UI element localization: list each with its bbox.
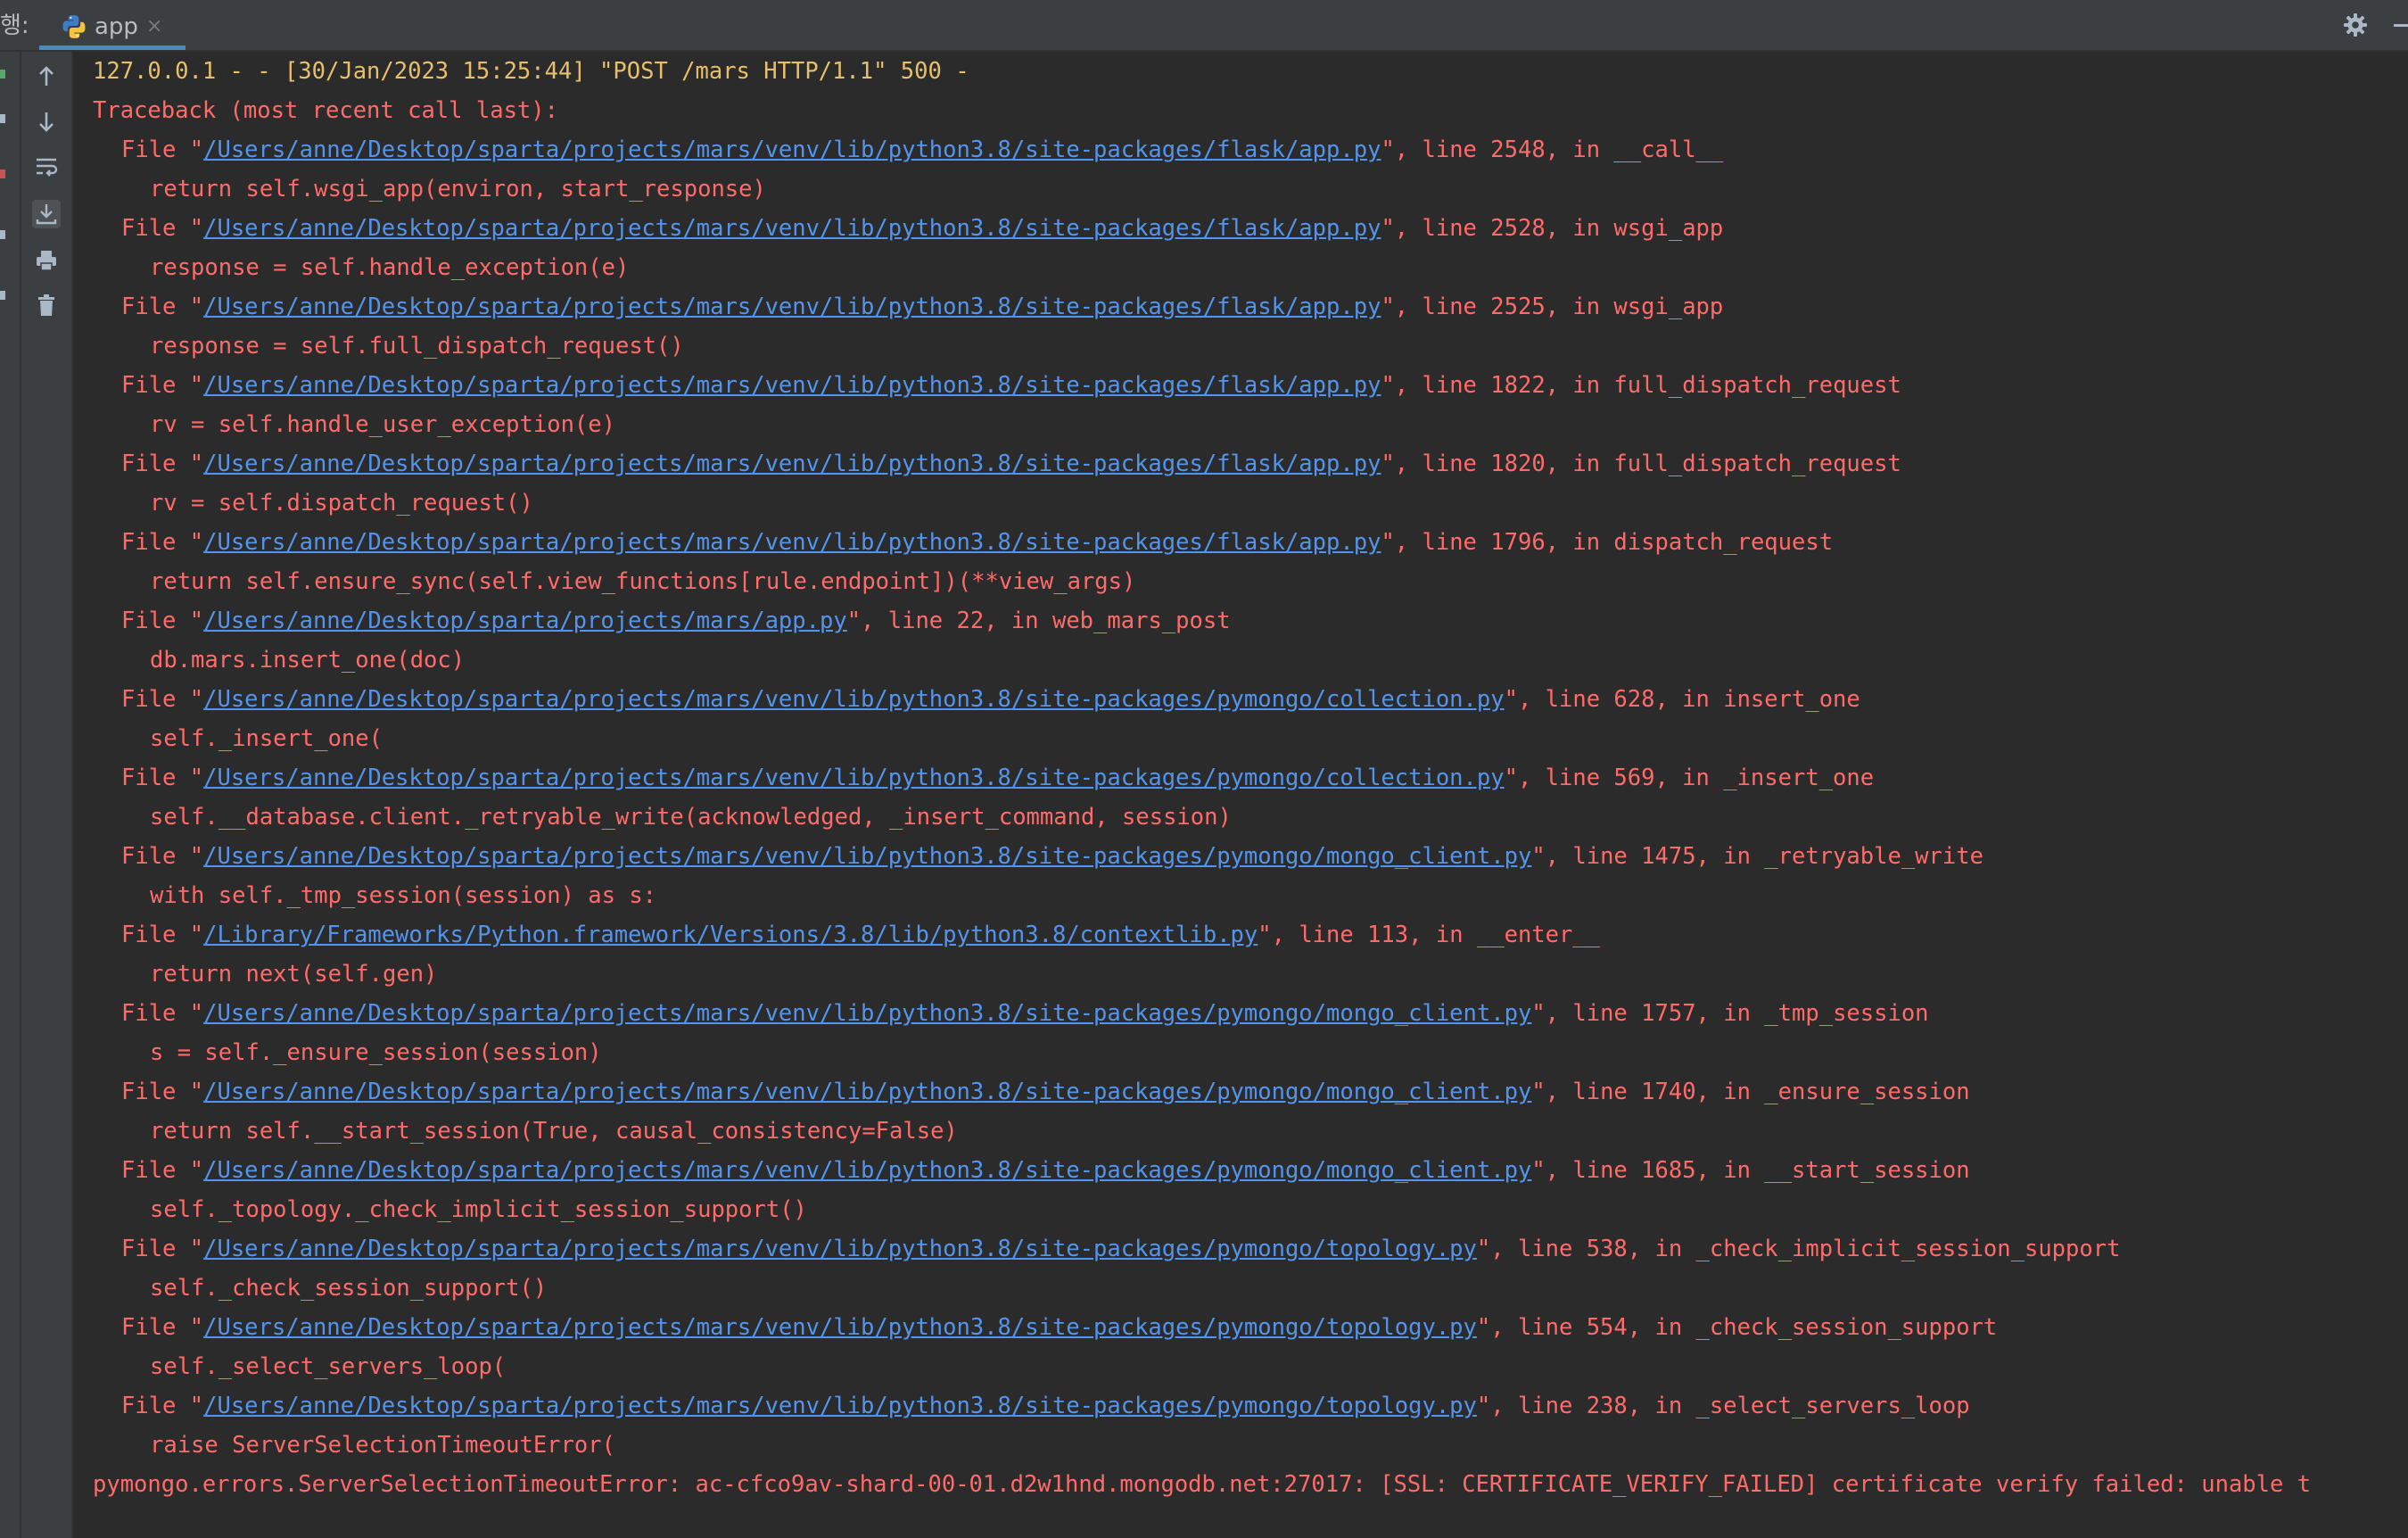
python-icon [62, 15, 86, 38]
frame-location: ", line 1822, in full_dispatch_request [1381, 372, 1901, 399]
frame-location: ", line 22, in web_mars_post [846, 608, 1231, 634]
file-path-link[interactable]: /Users/anne/Desktop/sparta/projects/mars… [203, 1079, 1531, 1105]
file-path-link[interactable]: /Users/anne/Desktop/sparta/projects/mars… [203, 765, 1504, 791]
file-path-link[interactable]: /Users/anne/Desktop/sparta/projects/mars… [203, 843, 1531, 870]
traceback-frame-line: File "/Users/anne/Desktop/sparta/project… [121, 1393, 1970, 1419]
soft-wrap-icon[interactable] [32, 152, 61, 180]
minimize-icon[interactable] [2394, 24, 2408, 27]
traceback-code-line: return self.__start_session(True, causal… [150, 1118, 958, 1145]
rerun-icon[interactable] [0, 70, 5, 79]
traceback-code-line: raise ServerSelectionTimeoutError( [150, 1432, 615, 1459]
restore-layout-icon[interactable] [0, 230, 5, 239]
traceback-frame-line: File "/Users/anne/Desktop/sparta/project… [121, 451, 1901, 477]
rerun-failed-icon[interactable] [0, 114, 5, 123]
file-path-link[interactable]: /Users/anne/Desktop/sparta/projects/mars… [203, 1157, 1531, 1184]
console-toolbar [21, 52, 73, 1538]
traceback-code-line: self.__database.client._retryable_write(… [150, 804, 1232, 831]
frame-location: ", line 628, in insert_one [1504, 686, 1860, 713]
file-path-link[interactable]: /Library/Frameworks/Python.framework/Ver… [203, 922, 1258, 948]
frame-location: ", line 238, in _select_servers_loop [1476, 1393, 1970, 1419]
tab-active-indicator [39, 45, 186, 50]
run-tool-label: 행: [0, 12, 29, 39]
frame-location: ", line 2525, in wsgi_app [1381, 294, 1724, 320]
print-icon[interactable] [32, 246, 61, 275]
gear-icon[interactable] [2342, 12, 2369, 38]
traceback-frame-line: File "/Users/anne/Desktop/sparta/project… [121, 294, 1724, 320]
stop-icon[interactable] [0, 170, 5, 178]
frame-location: ", line 538, in _check_implicit_session_… [1476, 1236, 2121, 1262]
file-path-link[interactable]: /Users/anne/Desktop/sparta/projects/mars… [203, 372, 1381, 399]
run-side-strip [0, 52, 21, 1538]
traceback-code-line: return self.wsgi_app(environ, start_resp… [150, 176, 766, 203]
arrow-down-icon[interactable] [32, 107, 61, 136]
file-path-link[interactable]: /Users/anne/Desktop/sparta/projects/mars… [203, 136, 1381, 163]
traceback-frame-line: File "/Users/anne/Desktop/sparta/project… [121, 215, 1724, 242]
file-path-link[interactable]: /Users/anne/Desktop/sparta/projects/mars… [203, 1314, 1477, 1341]
frame-location: ", line 113, in __enter__ [1258, 922, 1601, 948]
traceback-code-line: db.mars.insert_one(doc) [150, 647, 466, 674]
frame-location: ", line 1796, in dispatch_request [1381, 529, 1834, 556]
traceback-frame-line: File "/Users/anne/Desktop/sparta/project… [121, 1000, 1929, 1027]
scroll-to-end-icon[interactable] [32, 200, 61, 228]
traceback-code-line: response = self.handle_exception(e) [150, 254, 630, 281]
arrow-up-icon[interactable] [32, 62, 61, 91]
run-tool-header: 행: app × [0, 0, 2408, 52]
traceback-code-line: with self._tmp_session(session) as s: [150, 882, 657, 909]
traceback-code-line: self._topology._check_implicit_session_s… [150, 1196, 807, 1223]
traceback-code-line: rv = self.handle_user_exception(e) [150, 411, 615, 438]
traceback-header: Traceback (most recent call last): [93, 97, 558, 124]
frame-location: ", line 1475, in _retryable_write [1531, 843, 1983, 870]
file-path-link[interactable]: /Users/anne/Desktop/sparta/projects/mars… [203, 1393, 1477, 1419]
tab-app[interactable]: app × [39, 0, 186, 50]
frame-location: ", line 1740, in _ensure_session [1531, 1079, 1970, 1105]
frame-location: ", line 1820, in full_dispatch_request [1381, 451, 1901, 477]
exception-message: pymongo.errors.ServerSelectionTimeoutErr… [93, 1471, 2312, 1498]
traceback-frame-line: File "/Users/anne/Desktop/sparta/project… [121, 1236, 2121, 1262]
file-path-link[interactable]: /Users/anne/Desktop/sparta/projects/mars… [203, 529, 1381, 556]
request-log-line: 127.0.0.1 - - [30/Jan/2023 15:25:44] "PO… [93, 58, 969, 85]
traceback-frame-line: File "/Users/anne/Desktop/sparta/project… [121, 136, 1724, 163]
frame-location: ", line 2528, in wsgi_app [1381, 215, 1724, 242]
traceback-code-line: self._insert_one( [150, 725, 383, 752]
traceback-frame-line: File "/Users/anne/Desktop/sparta/project… [121, 1079, 1970, 1105]
traceback-code-line: return self.ensure_sync(self.view_functi… [150, 568, 1136, 595]
frame-location: ", line 569, in _insert_one [1504, 765, 1875, 791]
traceback-code-line: self._check_session_support() [150, 1275, 548, 1302]
frame-location: ", line 2548, in __call__ [1381, 136, 1724, 163]
frame-location: ", line 1757, in _tmp_session [1531, 1000, 1929, 1027]
file-path-link[interactable]: /Users/anne/Desktop/sparta/projects/mars… [203, 294, 1381, 320]
traceback-frame-line: File "/Library/Frameworks/Python.framewo… [121, 922, 1601, 948]
file-path-link[interactable]: /Users/anne/Desktop/sparta/projects/mars… [203, 215, 1381, 242]
traceback-frame-line: File "/Users/anne/Desktop/sparta/project… [121, 686, 1860, 713]
traceback-frame-line: File "/Users/anne/Desktop/sparta/project… [121, 529, 1834, 556]
file-path-link[interactable]: /Users/anne/Desktop/sparta/projects/mars… [203, 686, 1504, 713]
traceback-frame-line: File "/Users/anne/Desktop/sparta/project… [121, 843, 1983, 870]
traceback-code-line: return next(self.gen) [150, 961, 438, 988]
traceback-frame-line: File "/Users/anne/Desktop/sparta/project… [121, 1314, 1998, 1341]
traceback-frame-line: File "/Users/anne/Desktop/sparta/project… [121, 608, 1231, 634]
file-path-link[interactable]: /Users/anne/Desktop/sparta/projects/mars… [203, 451, 1381, 477]
traceback-code-line: self._select_servers_loop( [150, 1353, 507, 1380]
file-path-link[interactable]: /Users/anne/Desktop/sparta/projects/mars… [203, 1000, 1531, 1027]
file-path-link[interactable]: /Users/anne/Desktop/sparta/projects/mars… [203, 1236, 1477, 1262]
file-path-link[interactable]: /Users/anne/Desktop/sparta/projects/mars… [203, 608, 847, 634]
frame-location: ", line 554, in _check_session_support [1476, 1314, 1998, 1341]
traceback-code-line: s = self._ensure_session(session) [150, 1039, 602, 1066]
console-output[interactable]: 127.0.0.1 - - [30/Jan/2023 15:25:44] "PO… [73, 52, 2408, 1538]
traceback-frame-line: File "/Users/anne/Desktop/sparta/project… [121, 1157, 1970, 1184]
traceback-frame-line: File "/Users/anne/Desktop/sparta/project… [121, 765, 1875, 791]
traceback-code-line: rv = self.dispatch_request() [150, 490, 533, 517]
frame-location: ", line 1685, in __start_session [1531, 1157, 1970, 1184]
trash-icon[interactable] [32, 291, 61, 319]
pin-icon[interactable] [0, 291, 5, 300]
traceback-code-line: response = self.full_dispatch_request() [150, 333, 684, 360]
traceback-frame-line: File "/Users/anne/Desktop/sparta/project… [121, 372, 1901, 399]
